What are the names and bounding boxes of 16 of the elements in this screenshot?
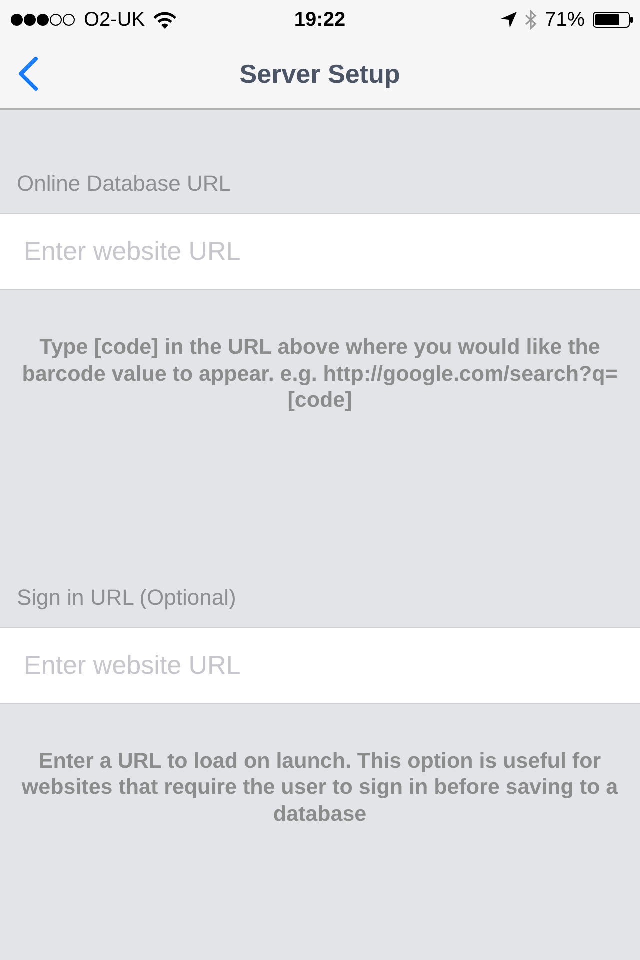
url-input-field[interactable]: Enter website URL	[0, 626, 640, 704]
wifi-icon	[153, 12, 178, 28]
back-chevron-icon[interactable]	[17, 57, 39, 91]
battery-percentage: 71%	[544, 8, 585, 32]
section-header: Sign in URL (Optional)	[16, 584, 238, 612]
section-footer-note: Type [code] in the URL above where you would like the barcode value to appear. e.g. http://google.com/search?q=[code]	[21, 334, 619, 414]
bluetooth-icon	[524, 10, 537, 30]
url-input-field[interactable]: Enter website URL	[0, 213, 640, 290]
battery-icon	[593, 12, 633, 28]
section-header: Online Database URL	[16, 170, 232, 198]
screen-title: Server Setup	[240, 58, 400, 90]
carrier-name: O2-UK	[84, 8, 146, 32]
location-arrow-icon	[500, 12, 517, 28]
section-footer-note: Enter a URL to load on launch. This option is useful for websites that require the user to sign in before saving to a database	[20, 748, 620, 827]
status-time: 19:22	[294, 8, 346, 32]
signal-strength-icon	[10, 13, 76, 27]
